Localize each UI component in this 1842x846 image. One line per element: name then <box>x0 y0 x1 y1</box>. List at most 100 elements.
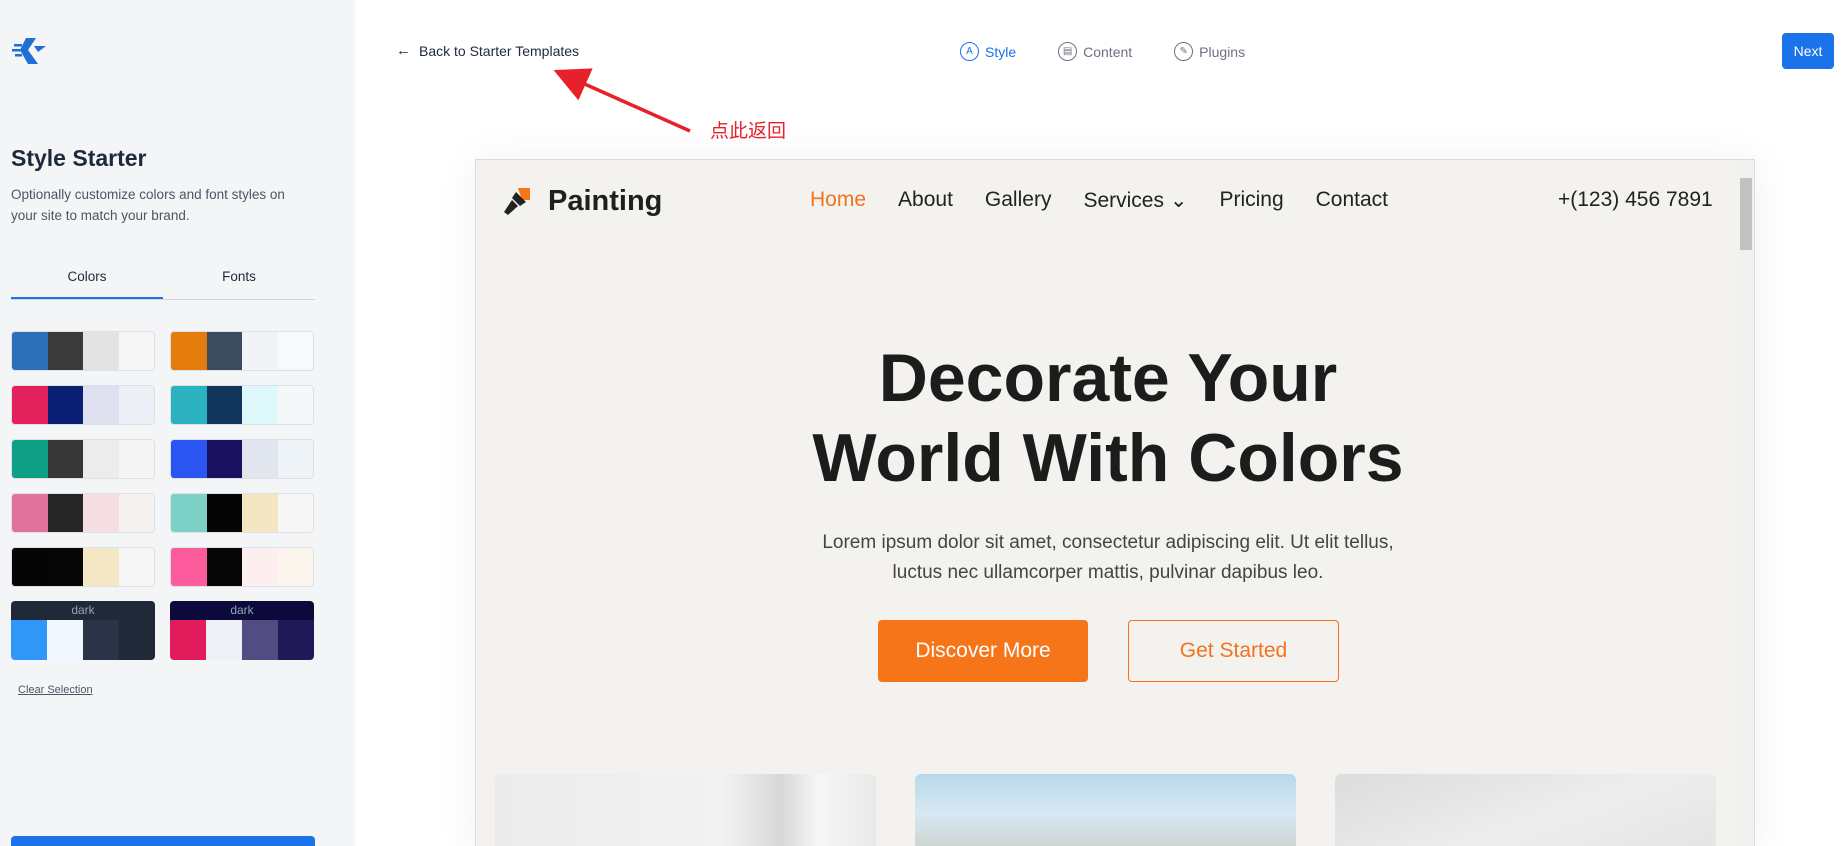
palette-swatch <box>11 620 47 660</box>
dark-palette-label: dark <box>170 601 314 620</box>
palette-swatch <box>119 620 155 660</box>
style-tabs: Colors Fonts <box>11 262 315 300</box>
color-palette-option[interactable] <box>170 547 314 587</box>
style-icon: A <box>960 42 979 61</box>
hero-subtitle-line-2: luctus nec ullamcorper mattis, pulvinar … <box>892 562 1324 583</box>
palette-swatch <box>47 494 83 532</box>
palette-swatch <box>206 332 242 370</box>
palette-swatch <box>278 620 314 660</box>
palette-swatch <box>277 332 313 370</box>
tab-colors[interactable]: Colors <box>11 262 163 299</box>
palette-swatch <box>206 494 242 532</box>
palette-swatch <box>12 494 48 532</box>
palette-swatch <box>171 332 207 370</box>
hero-title: Decorate Your World With Colors <box>476 338 1740 498</box>
palette-swatch <box>83 620 119 660</box>
palette-swatch <box>12 386 48 424</box>
step-style-label: Style <box>985 43 1017 60</box>
palette-swatch <box>118 440 154 478</box>
nav-contact[interactable]: Contact <box>1316 188 1388 213</box>
color-palette-option[interactable] <box>11 547 155 587</box>
color-palette-option[interactable] <box>170 493 314 533</box>
continue-button[interactable] <box>11 836 315 846</box>
palette-swatch <box>206 386 242 424</box>
palette-swatch <box>277 386 313 424</box>
palette-swatch <box>83 332 119 370</box>
site-brand[interactable]: Painting <box>500 184 662 218</box>
palette-swatch <box>242 548 278 586</box>
annotation-label: 点此返回 <box>710 120 787 142</box>
next-button[interactable]: Next <box>1782 33 1834 69</box>
palette-swatch <box>118 332 154 370</box>
gallery-image-interior <box>495 774 876 846</box>
paintbrush-icon <box>504 188 530 215</box>
palette-swatch <box>242 440 278 478</box>
color-palette-option[interactable] <box>11 385 155 425</box>
step-style[interactable]: A Style <box>960 42 1016 61</box>
step-plugins-label: Plugins <box>1199 43 1246 60</box>
sidebar: Style Starter Optionally customize color… <box>0 0 355 846</box>
site-nav: Home About Gallery Services ⌄ Pricing Co… <box>810 188 1388 213</box>
palette-swatch <box>242 386 278 424</box>
color-palette-option[interactable] <box>11 331 155 371</box>
sidebar-description: Optionally customize colors and font sty… <box>11 187 285 223</box>
site-preview: Painting Home About Gallery Services ⌄ P… <box>475 159 1755 846</box>
palette-swatch <box>171 494 207 532</box>
palette-swatch <box>277 494 313 532</box>
palette-swatch <box>12 332 48 370</box>
palette-swatch <box>171 440 207 478</box>
palette-swatch <box>206 620 242 660</box>
gallery-image-exterior <box>915 774 1296 846</box>
discover-more-button[interactable]: Discover More <box>878 620 1088 682</box>
palette-swatch <box>242 620 278 660</box>
palette-swatch <box>206 440 242 478</box>
nav-services[interactable]: Services ⌄ <box>1083 188 1187 213</box>
color-palette-option[interactable] <box>170 385 314 425</box>
nav-home[interactable]: Home <box>810 188 866 213</box>
step-content-label: Content <box>1083 43 1133 60</box>
nav-gallery[interactable]: Gallery <box>985 188 1052 213</box>
starter-templates-logo-icon[interactable] <box>12 36 48 66</box>
color-palette-option[interactable] <box>11 439 155 479</box>
hero-subtitle-line-1: Lorem ipsum dolor sit amet, consectetur … <box>822 532 1394 553</box>
palette-swatch <box>277 548 313 586</box>
preview-scrollbar[interactable] <box>1738 160 1754 846</box>
wizard-steps: A Style ▤ Content ✎ Plugins <box>960 42 1245 61</box>
color-palette-option[interactable] <box>170 331 314 371</box>
palette-swatch <box>47 548 83 586</box>
palette-swatch <box>242 332 278 370</box>
sidebar-title: Style Starter <box>11 145 147 171</box>
content-icon: ▤ <box>1058 42 1078 61</box>
palette-swatch <box>83 494 119 532</box>
nav-about[interactable]: About <box>898 188 953 213</box>
color-palette-option[interactable] <box>11 493 155 533</box>
step-content[interactable]: ▤ Content <box>1058 42 1132 61</box>
plugins-icon: ✎ <box>1174 42 1194 61</box>
hero-subtitle: Lorem ipsum dolor sit amet, consectetur … <box>476 528 1740 588</box>
dark-color-palette-option[interactable]: dark <box>11 601 155 660</box>
palette-swatch <box>171 386 207 424</box>
color-palette-option[interactable] <box>170 439 314 479</box>
palette-swatch <box>47 620 83 660</box>
palette-swatch <box>47 440 83 478</box>
palette-swatch <box>118 548 154 586</box>
nav-services-label: Services <box>1083 189 1164 212</box>
step-plugins[interactable]: ✎ Plugins <box>1174 42 1245 61</box>
nav-pricing[interactable]: Pricing <box>1219 188 1283 213</box>
get-started-button[interactable]: Get Started <box>1128 620 1339 682</box>
arrow-left-icon: ← <box>396 42 411 59</box>
site-phone: +(123) 456 7891 <box>1558 188 1713 211</box>
palette-swatch <box>47 332 83 370</box>
preview-scroll-thumb[interactable] <box>1740 178 1752 250</box>
palette-swatch <box>83 440 119 478</box>
palette-swatch <box>277 440 313 478</box>
palette-swatch <box>206 548 242 586</box>
hero-title-line-1: Decorate Your <box>878 340 1338 416</box>
palette-swatch <box>83 548 119 586</box>
tab-fonts[interactable]: Fonts <box>163 262 315 299</box>
back-to-starter-templates-link[interactable]: ← Back to Starter Templates <box>396 42 579 59</box>
palette-swatch <box>83 386 119 424</box>
chevron-down-icon: ⌄ <box>1169 189 1188 212</box>
clear-selection-link[interactable]: Clear Selection <box>18 684 93 696</box>
dark-color-palette-option[interactable]: dark <box>170 601 314 660</box>
